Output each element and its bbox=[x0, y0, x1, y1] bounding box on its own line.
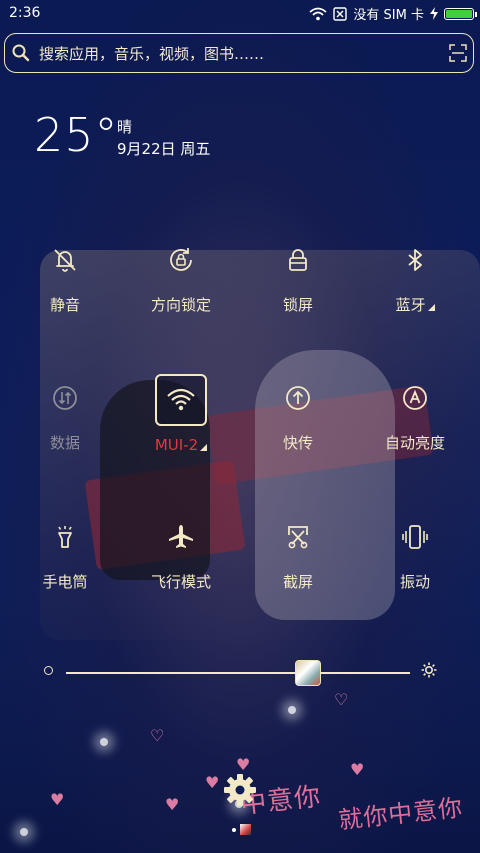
screenshot-icon bbox=[288, 526, 308, 549]
search-input[interactable]: 搜索应用，音乐，视频，图书…… bbox=[39, 43, 449, 64]
bell-off-icon bbox=[54, 249, 76, 272]
sparkle-decoration bbox=[20, 828, 28, 836]
status-bar: 2:36 没有 SIM 卡 bbox=[0, 0, 480, 28]
share-upload-icon bbox=[286, 386, 310, 410]
toggle-silent[interactable]: 静音 bbox=[10, 236, 120, 315]
auto-brightness-icon bbox=[403, 386, 427, 410]
status-time: 2:36 bbox=[9, 5, 41, 21]
wifi-icon bbox=[309, 7, 328, 20]
expand-triangle-icon[interactable] bbox=[427, 304, 435, 311]
wifi-network-name: MUI-2 bbox=[154, 436, 199, 454]
toggle-auto-brightness[interactable]: 自动亮度 bbox=[360, 374, 470, 453]
toggle-label: 蓝牙 bbox=[395, 296, 426, 314]
wifi-icon bbox=[167, 388, 195, 411]
brightness-slider-thumb[interactable] bbox=[295, 660, 321, 686]
weather-temperature[interactable]: 25° bbox=[34, 108, 119, 162]
sparkle-decoration bbox=[100, 738, 108, 746]
toggle-label: 静音 bbox=[49, 296, 80, 314]
scan-icon[interactable] bbox=[449, 44, 467, 62]
weather-condition: 晴 bbox=[117, 118, 133, 136]
page-indicator-dot bbox=[232, 828, 236, 832]
heart-decoration: ♥ bbox=[50, 790, 65, 809]
toggle-label: 锁屏 bbox=[282, 296, 313, 314]
weather-date: 9月22日 周五 bbox=[117, 140, 211, 158]
toggle-vibrate[interactable]: 振动 bbox=[360, 513, 470, 592]
rotation-lock-icon bbox=[170, 248, 192, 271]
wallpaper-text: 就你中意你 bbox=[337, 793, 465, 835]
heart-decoration: ♥ bbox=[165, 795, 180, 814]
toggle-label: 自动亮度 bbox=[384, 434, 445, 452]
toggle-label: 截屏 bbox=[282, 573, 313, 591]
no-sim-icon bbox=[333, 6, 348, 21]
brightness-high-icon bbox=[421, 662, 437, 678]
toggle-mobile-data[interactable]: 数据 bbox=[10, 374, 120, 453]
lock-icon bbox=[289, 249, 307, 271]
page-indicator-thumbnail bbox=[240, 824, 251, 835]
toggle-label: 方向锁定 bbox=[150, 296, 211, 314]
toggle-label: 飞行模式 bbox=[150, 573, 211, 591]
mobile-data-icon bbox=[53, 386, 77, 410]
heart-decoration: ♡ bbox=[334, 690, 349, 709]
bluetooth-icon bbox=[408, 249, 422, 271]
search-icon bbox=[12, 44, 30, 62]
search-bar[interactable]: 搜索应用，音乐，视频，图书…… bbox=[4, 33, 474, 73]
charging-icon bbox=[430, 7, 438, 20]
vibrate-icon bbox=[402, 525, 428, 549]
heart-decoration: ♡ bbox=[150, 726, 165, 745]
toggle-screenshot[interactable]: 截屏 bbox=[243, 513, 353, 592]
toggle-quick-share[interactable]: 快传 bbox=[243, 374, 353, 453]
expand-triangle-icon[interactable] bbox=[200, 444, 208, 451]
toggle-bluetooth[interactable]: 蓝牙 bbox=[360, 236, 470, 315]
flashlight-icon bbox=[58, 526, 72, 548]
airplane-icon bbox=[169, 525, 193, 548]
brightness-slider[interactable] bbox=[66, 672, 410, 674]
battery-icon bbox=[444, 7, 477, 20]
settings-gear-icon[interactable] bbox=[222, 772, 258, 808]
toggle-label: 快传 bbox=[282, 434, 313, 452]
toggle-wifi[interactable]: MUI-2 bbox=[126, 374, 236, 454]
toggle-lock-screen[interactable]: 锁屏 bbox=[243, 236, 353, 315]
toggle-rotation-lock[interactable]: 方向锁定 bbox=[126, 236, 236, 315]
toggle-airplane-mode[interactable]: 飞行模式 bbox=[126, 513, 236, 592]
brightness-low-icon bbox=[44, 666, 53, 675]
toggle-label: 手电筒 bbox=[42, 573, 88, 591]
sim-status-text: 没有 SIM 卡 bbox=[353, 8, 424, 23]
heart-decoration: ♥ bbox=[350, 760, 365, 779]
toggle-label: 振动 bbox=[399, 573, 430, 591]
heart-decoration: ♥ bbox=[205, 773, 220, 792]
toggle-label: 数据 bbox=[49, 434, 80, 452]
sparkle-decoration bbox=[288, 706, 296, 714]
toggle-flashlight[interactable]: 手电筒 bbox=[10, 513, 120, 592]
